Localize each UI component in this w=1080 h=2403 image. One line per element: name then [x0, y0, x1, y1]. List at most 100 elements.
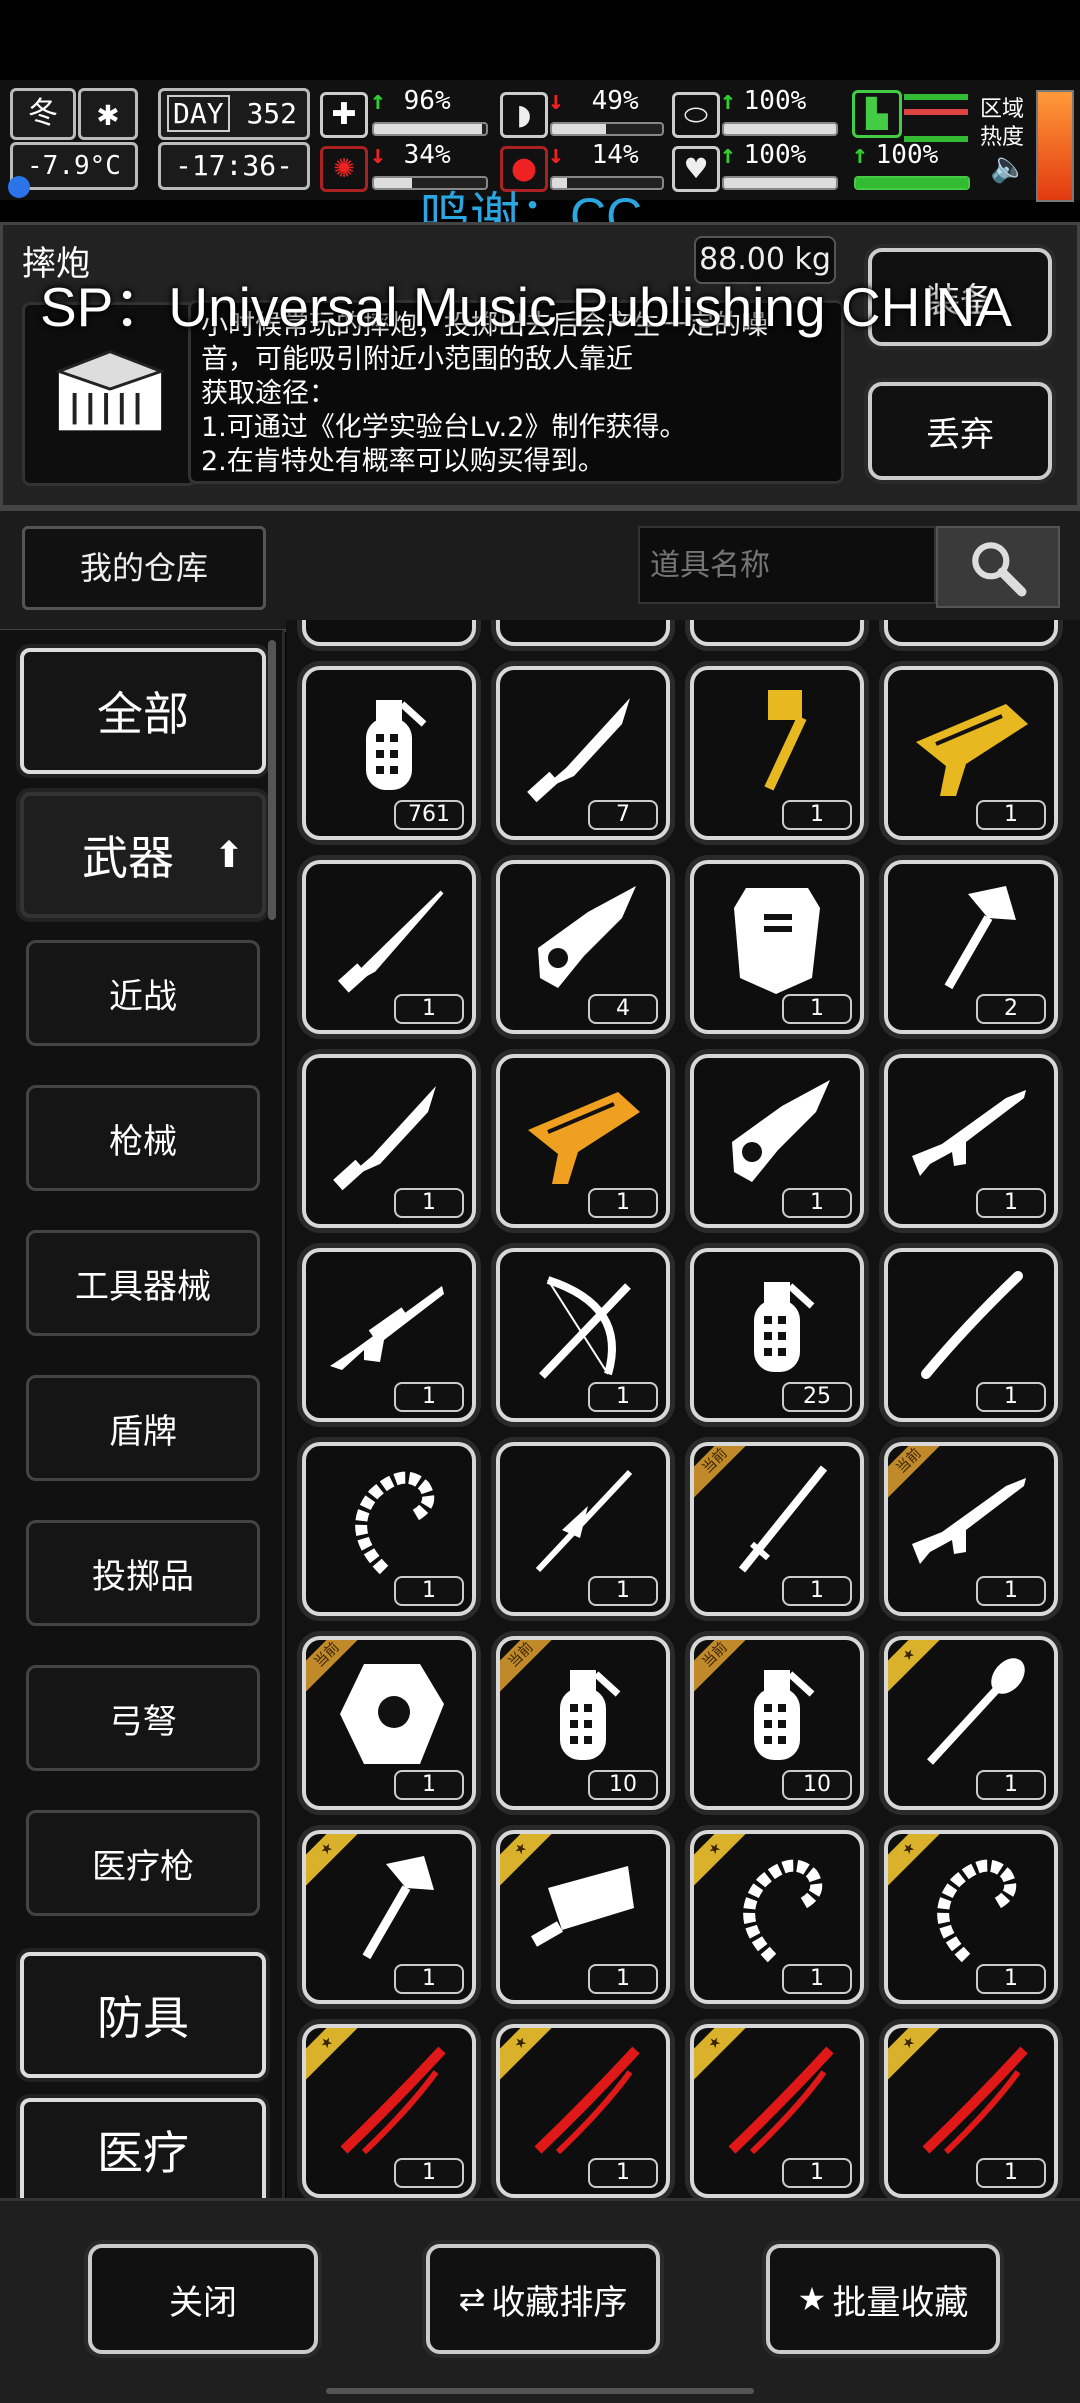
- item-slot[interactable]: 4: [496, 860, 670, 1034]
- item-slot[interactable]: 1: [884, 1054, 1058, 1228]
- home-indicator: [326, 2388, 754, 2394]
- item-slot[interactable]: 25: [690, 1248, 864, 1422]
- item-count: 1: [782, 1188, 852, 1218]
- clock-box: -17:36-: [158, 142, 310, 190]
- item-slot[interactable]: 2: [884, 860, 1058, 1034]
- close-button-label: 关闭: [169, 2282, 237, 2323]
- item-count: 10: [588, 1770, 658, 1800]
- partial-item-slot[interactable]: [302, 620, 476, 646]
- subcategory-shields[interactable]: 盾牌: [26, 1375, 260, 1481]
- medkit-icon: ✚: [320, 92, 368, 138]
- chainsaw-icon: [732, 1080, 830, 1182]
- stamina-mid-line: [904, 109, 968, 115]
- temperature-value: -7.9°C: [27, 151, 121, 181]
- item-slot[interactable]: 761: [302, 666, 476, 840]
- item-slot[interactable]: 1: [496, 1054, 670, 1228]
- day-box: DAY 352: [158, 88, 310, 140]
- whip-icon: [355, 1471, 435, 1575]
- partial-item-slot[interactable]: [884, 620, 1058, 646]
- item-slot[interactable]: 1: [302, 1054, 476, 1228]
- item-slot[interactable]: ★ 1: [496, 1830, 670, 2004]
- storage-title-tab[interactable]: 我的仓库: [22, 526, 266, 610]
- knife-icon: [527, 698, 630, 803]
- close-button[interactable]: 关闭: [88, 2244, 318, 2354]
- item-slot[interactable]: 1: [690, 666, 864, 840]
- sniper-rifle-icon: [330, 1286, 444, 1370]
- category-weapons[interactable]: 武器 ⬆: [20, 792, 266, 918]
- discard-button-label: 丢弃: [926, 414, 994, 455]
- rifle-icon: [912, 1478, 1026, 1564]
- item-slot[interactable]: ★ 1: [690, 2024, 864, 2198]
- season-box: 冬: [10, 88, 76, 140]
- subcategory-bows[interactable]: 弓弩: [26, 1665, 260, 1771]
- sort-favorites-button[interactable]: ⇄ 收藏排序: [426, 2244, 660, 2354]
- pill-icon: ⬭: [672, 92, 720, 138]
- item-count: 1: [976, 1770, 1046, 1800]
- item-slot[interactable]: 1: [884, 666, 1058, 840]
- item-slot[interactable]: 1: [496, 1442, 670, 1616]
- item-slot[interactable]: ★ 1: [302, 2024, 476, 2198]
- item-count: 1: [588, 2158, 658, 2188]
- item-slot[interactable]: 1: [302, 860, 476, 1034]
- category-armor-label: 防具: [97, 1991, 189, 2045]
- red-blade-icon: [728, 2046, 834, 2155]
- category-all[interactable]: 全部: [20, 648, 266, 774]
- item-slot[interactable]: ★ 1: [496, 2024, 670, 2198]
- item-slot[interactable]: ★ 1: [884, 2024, 1058, 2198]
- partial-item-slot[interactable]: [690, 620, 864, 646]
- item-slot[interactable]: 当前 1: [884, 1442, 1058, 1616]
- item-slot[interactable]: 当前 1: [690, 1442, 864, 1616]
- subcategory-throwables[interactable]: 投掷品: [26, 1520, 260, 1626]
- subcategory-tools[interactable]: 工具器械: [26, 1230, 260, 1336]
- discard-button[interactable]: 丢弃: [868, 382, 1052, 480]
- item-slot[interactable]: 当前 1: [302, 1636, 476, 1810]
- item-slot[interactable]: ★ 1: [302, 1830, 476, 2004]
- item-slot[interactable]: ★ 1: [884, 1830, 1058, 2004]
- partial-item-slot[interactable]: [496, 620, 670, 646]
- blaster-icon: [916, 704, 1028, 796]
- category-medical[interactable]: 医疗: [20, 2098, 266, 2198]
- cleaver-icon: [531, 1866, 634, 1947]
- desc-line: 音，可能吸引附近小范围的敌人靠近: [201, 344, 633, 375]
- grenade-icon: [754, 1282, 815, 1372]
- star-plus-icon: ★: [797, 2280, 827, 2318]
- item-count: 1: [976, 800, 1046, 830]
- item-count: 1: [588, 1576, 658, 1606]
- whip-icon: [937, 1859, 1017, 1963]
- item-slot[interactable]: 当前 10: [496, 1636, 670, 1810]
- heart-bar: [722, 176, 838, 190]
- whip-icon: [743, 1859, 823, 1963]
- item-count: 1: [782, 800, 852, 830]
- item-slot[interactable]: 1: [884, 1248, 1058, 1422]
- subcategory-medic-guns[interactable]: 医疗枪: [26, 1810, 260, 1916]
- speaker-icon[interactable]: 🔈: [990, 150, 1027, 185]
- item-count: 1: [976, 1964, 1046, 1994]
- brain-icon: ✺: [320, 146, 368, 192]
- desc-line: 2.在肯特处有概率可以购买得到。: [201, 446, 605, 477]
- item-slot[interactable]: 1: [496, 1248, 670, 1422]
- category-medical-label: 医疗: [97, 2126, 189, 2180]
- axe-icon: [362, 1856, 434, 1960]
- clock-value: -17:36-: [174, 149, 293, 182]
- item-slot[interactable]: 1: [690, 860, 864, 1034]
- stat-sanity: ↓ 34%: [370, 140, 451, 170]
- firecracker-box-icon: [54, 350, 166, 431]
- item-slot[interactable]: ★ 1: [690, 1830, 864, 2004]
- grenade-icon: [754, 1670, 815, 1760]
- item-slot[interactable]: 1: [302, 1442, 476, 1616]
- item-slot[interactable]: 1: [690, 1054, 864, 1228]
- item-slot[interactable]: 1: [302, 1248, 476, 1422]
- item-count: 1: [588, 1964, 658, 1994]
- search-input[interactable]: [638, 526, 936, 604]
- item-slot[interactable]: ★ 1: [884, 1636, 1058, 1810]
- subcategory-melee[interactable]: 近战: [26, 940, 260, 1046]
- item-count: 2: [976, 994, 1046, 1024]
- item-count: 1: [394, 2158, 464, 2188]
- batch-favorite-button[interactable]: ★ 批量收藏: [766, 2244, 1000, 2354]
- search-button[interactable]: [936, 526, 1060, 608]
- item-slot[interactable]: 当前 10: [690, 1636, 864, 1810]
- item-slot[interactable]: 7: [496, 666, 670, 840]
- category-armor[interactable]: 防具: [20, 1952, 266, 2078]
- sidebar-scrollbar[interactable]: [268, 640, 276, 920]
- subcategory-firearms[interactable]: 枪械: [26, 1085, 260, 1191]
